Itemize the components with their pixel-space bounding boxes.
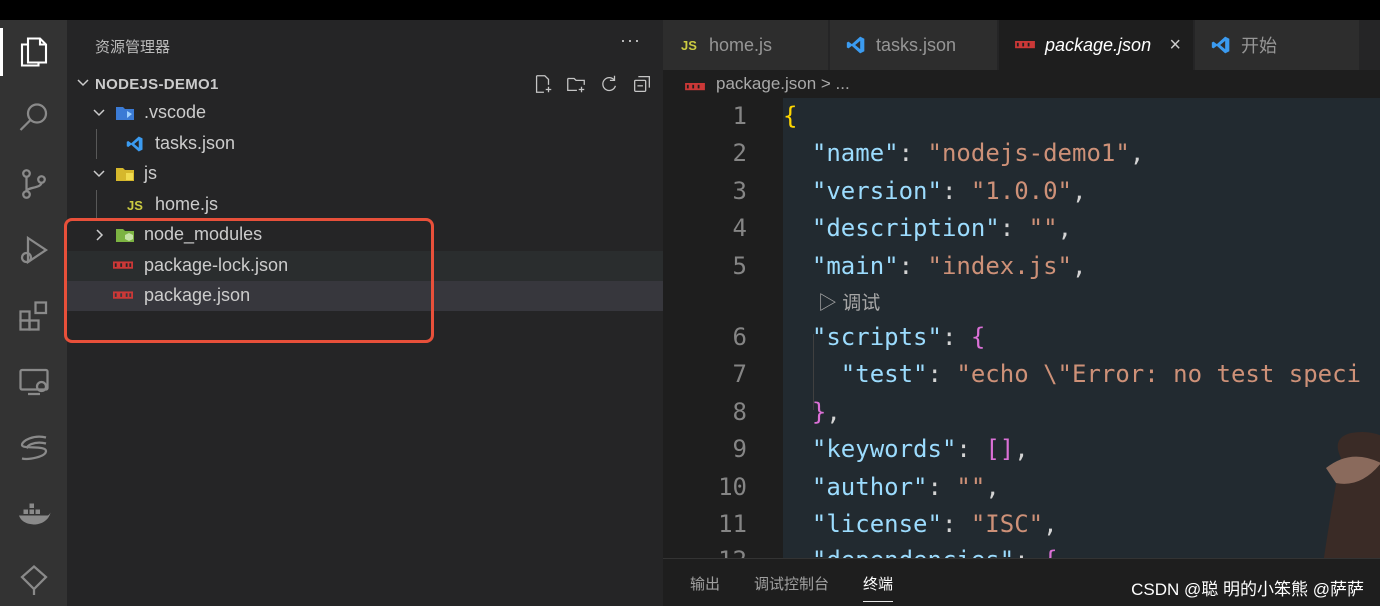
line-number: 3 [732,177,747,205]
js-file-icon: JS [127,197,143,213]
code-line: "license": "ISC", [811,510,1058,538]
new-folder-icon[interactable] [562,72,589,96]
line-number: 5 [732,252,747,280]
title-bar [0,0,1380,20]
debug-codelens[interactable]: ▷ 调试 [818,288,880,315]
line-number: 10 [718,473,747,501]
chevron-down-icon [93,109,105,117]
sqltools-activity-icon[interactable] [0,418,67,478]
vscode-icon [844,35,868,55]
refresh-icon[interactable] [595,72,622,96]
tab-label: home.js [709,34,773,55]
line-number: 6 [732,323,747,351]
breadcrumb: package.json > ... [663,70,1380,98]
npm-icon [1013,35,1037,55]
code-line: "test": "echo \"Error: no test speci [840,360,1361,388]
line-number: 12 [663,546,747,558]
docker-activity-icon[interactable] [0,484,67,544]
line-number: 2 [732,139,747,167]
npm-icon [685,77,705,97]
source-control-activity-icon[interactable] [0,154,67,214]
collapse-all-icon[interactable] [628,72,655,96]
tab-terminal[interactable]: 终端 [863,573,894,602]
tab-label: package.json [1045,34,1152,55]
tab-tasks-json[interactable]: tasks.json [830,20,998,70]
run-debug-activity-icon[interactable] [0,220,67,280]
line-number: 4 [732,214,747,242]
background-figure-image [1323,432,1380,558]
explorer-title: 资源管理器 [95,39,171,56]
code-line: "name": "nodejs-demo1", [811,139,1145,167]
line-number: 8 [732,398,747,426]
line-number: 9 [732,435,747,463]
tree-item-label: .vscode [144,102,207,122]
code-line: }, [811,398,841,426]
js-folder-icon [115,165,135,183]
breadcrumb-path[interactable]: package.json > ... [716,74,850,94]
tab-label: tasks.json [876,34,957,55]
search-activity-icon[interactable] [0,88,67,148]
chevron-down-icon [93,170,105,178]
annotation-highlight-box [64,218,434,343]
tab-debug-console[interactable]: 调试控制台 [754,573,829,594]
code-line: "main": "index.js", [811,252,1087,280]
vscode-icon [1209,35,1233,55]
new-file-icon[interactable] [529,72,556,96]
code-line: { [783,102,798,130]
tree-item-label: js [144,163,157,183]
vscode-icon [125,135,145,153]
bottom-panel: 输出 调试控制台 终端 CSDN @聪 明的小笨熊 @萨萨 [663,558,1380,606]
code-line: "version": "1.0.0", [811,177,1087,205]
tab-home-js[interactable]: JS home.js [663,20,829,70]
more-actions-button[interactable]: ··· [620,30,641,51]
vscode-folder-icon [115,104,135,122]
line-number: 11 [718,510,747,538]
editor-tab-bar: JS home.js tasks.json package.json × 开始 [663,20,1380,70]
tab-welcome[interactable]: 开始 [1195,20,1360,70]
remote-explorer-activity-icon[interactable] [0,352,67,412]
workspace-name: NODEJS-DEMO1 [95,76,219,93]
code-line: "keywords": [], [811,435,1029,463]
code-line: "description": "", [811,214,1073,242]
extensions-activity-icon[interactable] [0,286,67,346]
tab-output[interactable]: 输出 [690,573,720,594]
tab-label: 开始 [1241,36,1277,56]
tree-item-label: tasks.json [155,133,236,153]
code-editor[interactable]: 1 2 3 4 5 6 7 8 9 10 11 12 { "name": "no… [663,98,1380,558]
close-icon[interactable]: × [1169,34,1181,57]
tree-item-vscode-folder[interactable]: .vscode [67,98,663,128]
code-line: "scripts": { [811,323,986,351]
tree-item-tasks-json[interactable]: tasks.json [67,129,663,159]
csdn-watermark: CSDN @聪 明的小笨熊 @萨萨 [1131,580,1364,599]
line-number: 1 [732,102,747,130]
tree-item-js-folder[interactable]: js [67,159,663,189]
tree-item-label: home.js [155,194,219,214]
code-line: "author": "", [811,473,1000,501]
explorer-activity-icon[interactable] [0,22,67,82]
code-line: "dependencies": { [783,546,1058,558]
line-number: 7 [732,360,747,388]
tab-package-json[interactable]: package.json × [999,20,1194,70]
tree-item-home-js[interactable]: JS home.js [67,190,663,220]
gitlens-activity-icon[interactable] [0,550,67,606]
activity-bar [0,20,67,606]
workspace-section-header[interactable]: NODEJS-DEMO1 [67,70,663,98]
chevron-down-icon [77,79,89,87]
js-file-icon: JS [681,37,697,53]
